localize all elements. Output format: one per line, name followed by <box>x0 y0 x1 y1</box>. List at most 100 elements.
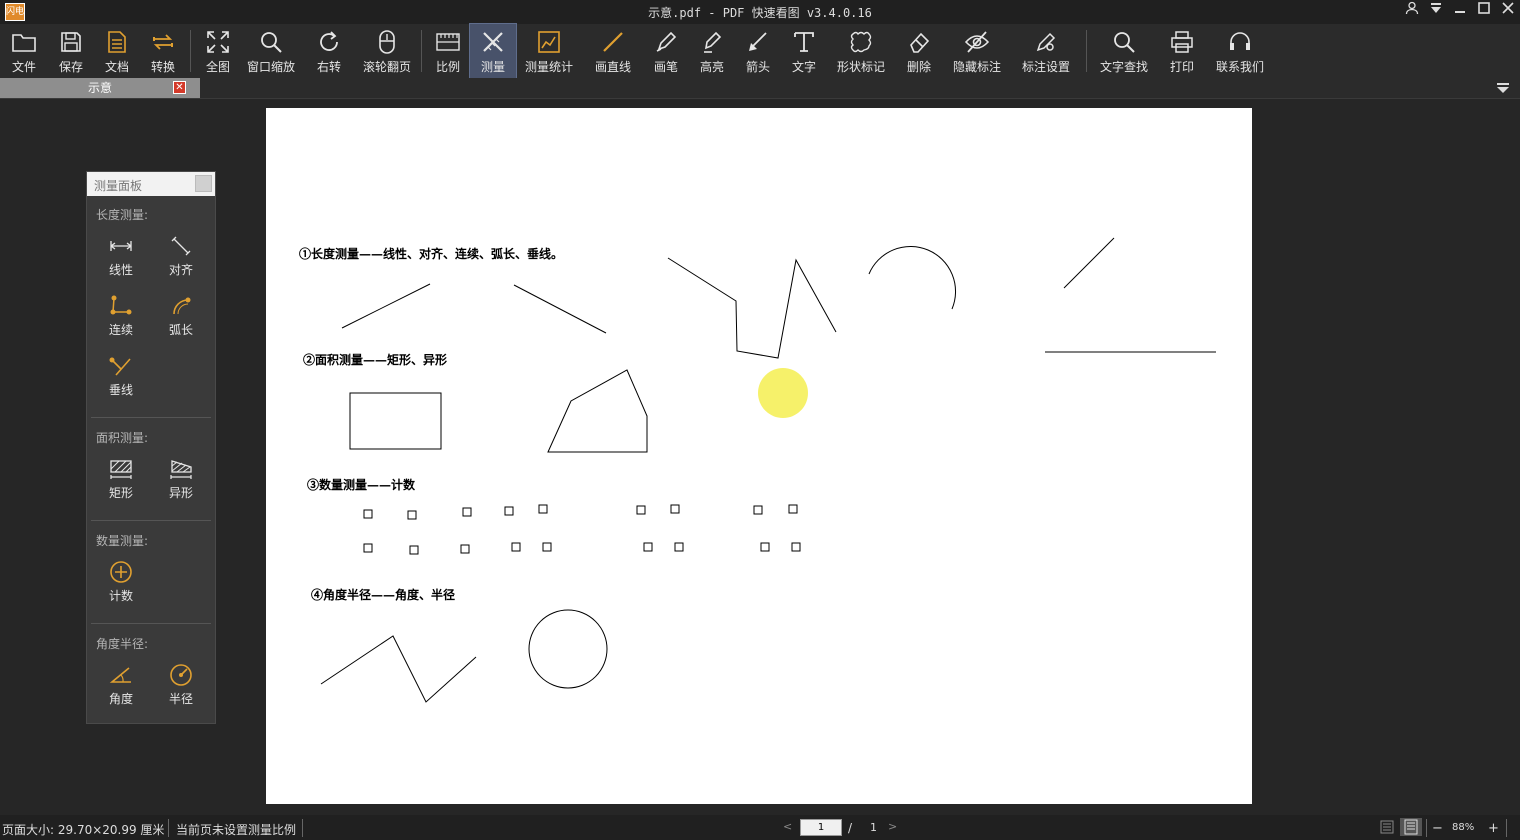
measure-stats-button[interactable]: 测量统计 <box>516 24 582 78</box>
draw-line-button[interactable]: 画直线 <box>582 24 644 78</box>
rotate-icon <box>315 28 343 56</box>
aligned-measure-icon <box>167 232 195 260</box>
hide-marks-button[interactable]: 隐藏标注 <box>944 24 1010 78</box>
panel-close-button[interactable] <box>195 175 212 192</box>
mark-settings-button[interactable]: 标注设置 <box>1010 24 1082 78</box>
dropdown-menu-icon[interactable] <box>1424 0 1448 24</box>
section-title-length: 长度测量: <box>96 208 149 222</box>
main-toolbar: 文件 保存 文档 转换 全图 窗口缩放 右转 滚轮翻页 比例 测量 测量统计 画… <box>0 23 1520 79</box>
count-button[interactable]: 计数 <box>96 558 146 608</box>
irregular-area-sample <box>547 369 648 453</box>
tab-list-icon[interactable] <box>1496 81 1510 95</box>
zoom-in-button[interactable]: + <box>1488 821 1499 836</box>
aligned-measure-button[interactable]: 对齐 <box>156 232 206 282</box>
continuous-measure-button[interactable]: 连续 <box>96 292 146 342</box>
page-number-input[interactable]: 1 <box>800 819 842 836</box>
wheel-page-button[interactable]: 滚轮翻页 <box>357 24 417 78</box>
tab-close-icon[interactable]: ✕ <box>173 81 186 94</box>
delete-button[interactable]: 删除 <box>894 24 944 78</box>
angle-button[interactable]: 角度 <box>96 661 146 711</box>
mouse-icon <box>373 28 401 56</box>
arc-sample <box>868 245 957 310</box>
status-divider <box>1426 819 1427 837</box>
window-title: 示意.pdf - PDF 快速看图 v3.4.0.16 <box>648 6 872 20</box>
save-button[interactable]: 保存 <box>48 24 94 78</box>
zoom-out-button[interactable]: − <box>1432 821 1443 836</box>
fullview-button[interactable]: 全图 <box>195 24 241 78</box>
perpendicular-button[interactable]: 垂线 <box>96 352 146 402</box>
panel-title: 测量面板 <box>94 179 143 193</box>
status-divider <box>168 819 169 837</box>
convert-button[interactable]: 转换 <box>140 24 186 78</box>
line-icon <box>599 28 627 56</box>
irregular-area-button[interactable]: 异形 <box>156 455 206 505</box>
document-tab-bar: 示意 ✕ <box>0 78 1520 99</box>
print-button[interactable]: 打印 <box>1157 24 1207 78</box>
total-pages: 1 <box>870 821 877 834</box>
rect-area-button[interactable]: 矩形 <box>96 455 146 505</box>
tab-label: 示意 <box>87 81 112 95</box>
count-icon <box>107 558 135 586</box>
panel-divider <box>91 417 211 418</box>
close-button[interactable] <box>1496 0 1520 24</box>
caption-length: ①长度测量——线性、对齐、连续、弧长、垂线。 <box>299 247 564 261</box>
rotate-button[interactable]: 右转 <box>301 24 357 78</box>
title-bar: 闪电 示意.pdf - PDF 快速看图 v3.4.0.16 <box>0 0 1520 24</box>
document-icon <box>103 28 131 56</box>
angle-sample-polyline <box>320 635 477 703</box>
panel-divider <box>91 520 211 521</box>
caption-angle: ④角度半径——角度、半径 <box>311 588 456 602</box>
document-workspace[interactable]: ①长度测量——线性、对齐、连续、弧长、垂线。 ②面积测量——矩形、异形 ③数量测… <box>0 99 1520 815</box>
scale-button[interactable]: 比例 <box>426 24 470 78</box>
document-tab[interactable]: 示意 ✕ <box>0 78 200 98</box>
arrow-button[interactable]: 箭头 <box>736 24 780 78</box>
toolbar-separator <box>1086 30 1087 72</box>
continuous-view-icon[interactable] <box>1400 818 1422 836</box>
status-bar: 页面大小: 29.70×20.99 厘米 当前页未设置测量比例 < 1 / 1 … <box>0 815 1520 840</box>
cloud-shape-icon <box>847 28 875 56</box>
text-button[interactable]: 文字 <box>780 24 828 78</box>
search-icon <box>1110 28 1138 56</box>
window-zoom-button[interactable]: 窗口缩放 <box>241 24 301 78</box>
prev-page-icon[interactable]: < <box>783 820 792 833</box>
status-divider <box>302 819 303 837</box>
section-title-area: 面积测量: <box>96 431 149 445</box>
toolbar-separator <box>421 30 422 72</box>
measure-button[interactable]: 测量 <box>469 23 517 79</box>
page-separator: / <box>848 821 853 835</box>
linear-measure-button[interactable]: 线性 <box>96 232 146 282</box>
user-icon[interactable] <box>1400 0 1424 24</box>
rect-area-sample <box>349 392 442 450</box>
eraser-icon <box>905 28 933 56</box>
highlight-button[interactable]: 高亮 <box>688 24 736 78</box>
shape-mark-button[interactable]: 形状标记 <box>828 24 894 78</box>
page-drawing <box>320 237 1216 703</box>
section-title-angle: 角度半径: <box>96 637 149 651</box>
file-button[interactable]: 文件 <box>0 24 48 78</box>
panel-header[interactable]: 测量面板 <box>87 172 215 196</box>
pen-icon <box>652 28 680 56</box>
minimize-button[interactable] <box>1448 0 1472 24</box>
zoom-icon <box>257 28 285 56</box>
document-button[interactable]: 文档 <box>94 24 140 78</box>
find-text-button[interactable]: 文字查找 <box>1091 24 1157 78</box>
printer-icon <box>1168 28 1196 56</box>
pdf-page[interactable]: ①长度测量——线性、对齐、连续、弧长、垂线。 ②面积测量——矩形、异形 ③数量测… <box>266 108 1252 804</box>
scale-status-text: 当前页未设置测量比例 <box>176 823 297 837</box>
text-icon <box>790 28 818 56</box>
single-page-view-icon[interactable] <box>1380 820 1394 834</box>
perpendicular-icon <box>107 352 135 380</box>
radius-button[interactable]: 半径 <box>156 661 206 711</box>
linear-sample-line <box>341 283 431 329</box>
contact-button[interactable]: 联系我们 <box>1207 24 1273 78</box>
caption-area: ②面积测量——矩形、异形 <box>303 353 448 367</box>
pen-button[interactable]: 画笔 <box>644 24 688 78</box>
arc-length-button[interactable]: 弧长 <box>156 292 206 342</box>
next-page-icon[interactable]: > <box>888 820 897 833</box>
folder-icon <box>10 28 38 56</box>
maximize-button[interactable] <box>1472 0 1496 24</box>
arrow-icon <box>744 28 772 56</box>
convert-icon <box>149 28 177 56</box>
zoom-level: 88% <box>1452 822 1475 833</box>
continuous-measure-icon <box>107 292 135 320</box>
